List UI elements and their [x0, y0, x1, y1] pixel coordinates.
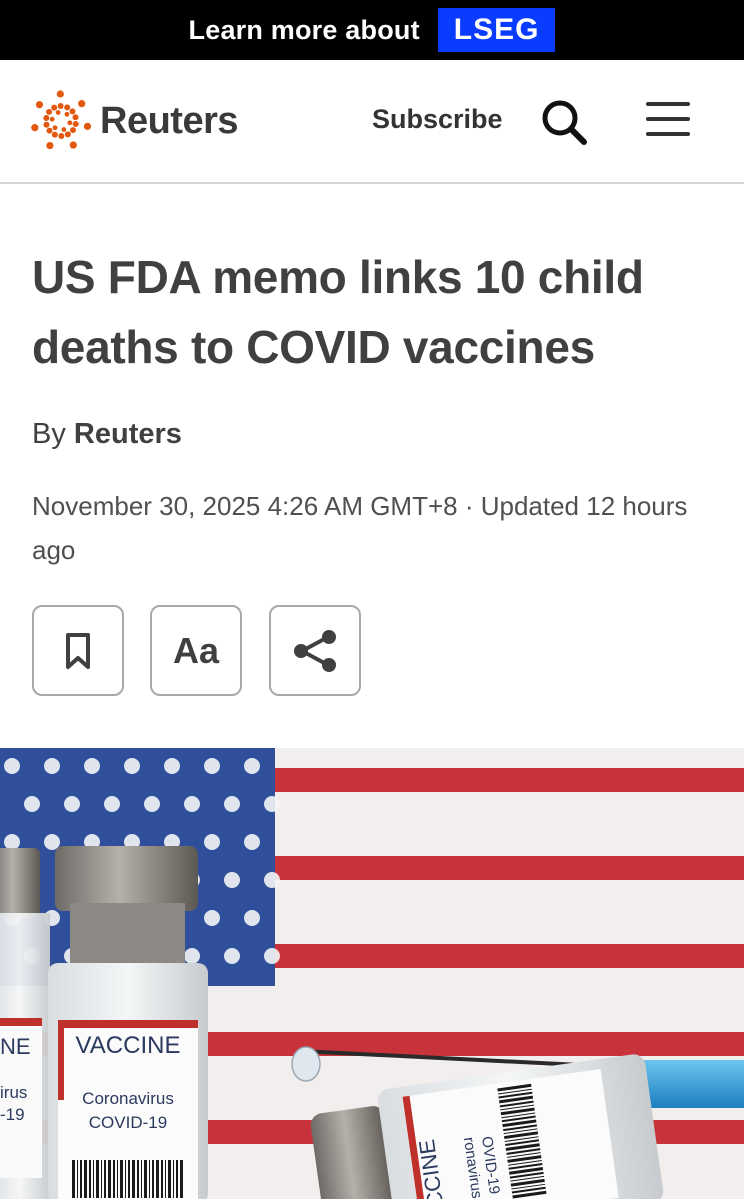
share-icon — [294, 629, 336, 672]
share-button[interactable] — [269, 605, 361, 696]
vial-main-label: VACCINE — [76, 1032, 181, 1059]
lead-photo[interactable]: NE irus -19 VACCINE Coronavirus COVID-19… — [0, 748, 744, 1199]
vial-main-sub2: COVID-19 — [89, 1113, 167, 1132]
byline-author[interactable]: Reuters — [74, 418, 182, 450]
search-icon[interactable] — [540, 98, 588, 146]
font-size-button[interactable]: Aa — [150, 605, 242, 696]
dateline: November 30, 2025 4:26 AM GMT+8 · Update… — [32, 491, 688, 565]
logo-text: Reuters — [100, 99, 239, 142]
headline-line-1: US FDA memo links 10 child — [32, 251, 644, 303]
ad-banner[interactable]: Learn more about LSEG — [0, 0, 744, 60]
vaccine-vials-photo: NE irus -19 VACCINE Coronavirus COVID-19… — [0, 748, 744, 1199]
byline-prefix: By — [32, 418, 66, 450]
ad-brand-badge: LSEG — [437, 8, 556, 52]
ad-text: Learn more about — [188, 14, 420, 45]
headline-line-2: deaths to COVID vaccines — [32, 321, 595, 373]
bookmark-icon — [66, 632, 90, 669]
hamburger-menu-icon[interactable] — [646, 102, 690, 138]
site-header: Reuters Subscribe — [0, 60, 744, 184]
vial-left-label: NE — [0, 1034, 31, 1059]
article-headline: US FDA memo links 10 child deaths to COV… — [32, 242, 722, 382]
font-size-label: Aa — [172, 629, 220, 671]
byline: By Reuters — [32, 418, 182, 451]
vial-left-sub2: -19 — [0, 1105, 25, 1124]
vial-main-sub1: Coronavirus — [82, 1089, 174, 1108]
bookmark-button[interactable] — [32, 605, 124, 696]
subscribe-button[interactable]: Subscribe — [372, 104, 503, 135]
reuters-logo[interactable]: Reuters — [30, 90, 239, 152]
reuters-logo-icon — [31, 90, 92, 150]
vial-left-sub1: irus — [0, 1083, 27, 1102]
